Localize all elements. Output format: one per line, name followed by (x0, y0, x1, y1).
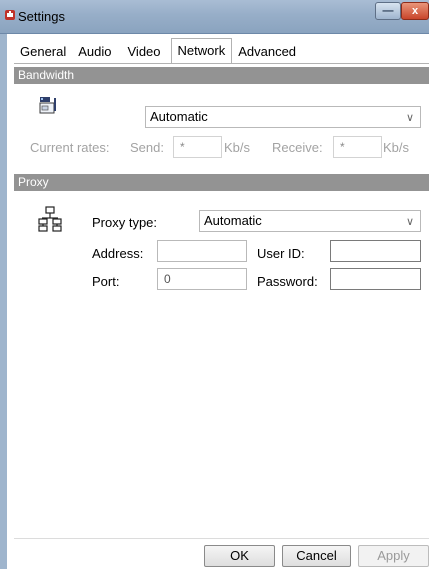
apply-button[interactable]: Apply (358, 545, 429, 567)
userid-label: User ID: (257, 246, 305, 261)
userid-field[interactable] (330, 240, 421, 262)
address-field[interactable] (157, 240, 247, 262)
tab-bar: General Audio Video Network Advanced (14, 38, 302, 64)
minimize-icon: — (382, 5, 394, 17)
footer-divider (14, 538, 429, 539)
port-label: Port: (92, 274, 120, 289)
tab-general[interactable]: General (14, 40, 72, 64)
address-label: Address: (92, 246, 144, 261)
close-button[interactable]: x (401, 2, 429, 20)
network-adapter-icon (39, 97, 56, 114)
receive-rate-field[interactable]: * (333, 136, 382, 158)
title-bar[interactable]: Settings — x (0, 0, 429, 34)
send-unit-label: Kb/s (224, 140, 251, 155)
tab-divider (14, 63, 429, 64)
chevron-down-icon: ∨ (405, 112, 414, 124)
proxy-section-header: Proxy (14, 174, 429, 191)
bandwidth-mode-select[interactable]: Automatic ∨ (145, 106, 421, 128)
chevron-down-icon: ∨ (405, 216, 414, 228)
tab-advanced[interactable]: Advanced (232, 40, 302, 64)
minimize-button[interactable]: — (375, 2, 401, 20)
cancel-button[interactable]: Cancel (282, 545, 351, 567)
send-rate-field[interactable]: * (173, 136, 222, 158)
tab-audio[interactable]: Audio (72, 40, 117, 64)
window-title: Settings (18, 9, 65, 24)
bandwidth-mode-value: Automatic (150, 109, 208, 124)
close-icon: x (411, 5, 419, 17)
proxy-type-label: Proxy type: (92, 215, 158, 230)
tab-network[interactable]: Network (170, 38, 233, 64)
receive-unit-label: Kb/s (383, 140, 410, 155)
send-label: Send: (130, 140, 164, 155)
proxy-type-value: Automatic (204, 213, 262, 228)
password-field[interactable] (330, 268, 421, 290)
current-rates-label: Current rates: (30, 140, 110, 155)
bandwidth-section-header: Bandwidth (14, 67, 429, 84)
password-label: Password: (257, 274, 318, 289)
receive-label: Receive: (272, 140, 323, 155)
port-field[interactable]: 0 (157, 268, 247, 290)
app-icon (5, 10, 15, 20)
proxy-network-icon (38, 206, 62, 232)
tab-video[interactable]: Video (122, 40, 167, 64)
proxy-type-select[interactable]: Automatic ∨ (199, 210, 421, 232)
ok-button[interactable]: OK (204, 545, 275, 567)
